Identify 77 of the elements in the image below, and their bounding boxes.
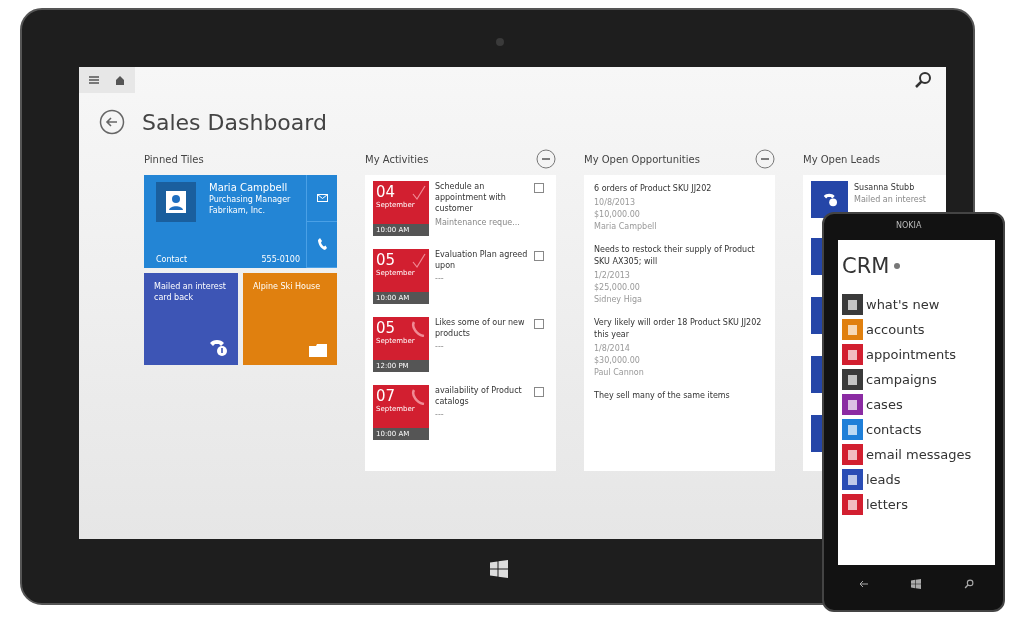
date-day: 07: [376, 387, 396, 405]
activity-subject: availability of Product catalogs: [435, 385, 523, 408]
activity-detail: ---: [435, 410, 445, 420]
menu-item[interactable]: what's new: [866, 294, 940, 315]
menu-item[interactable]: contacts: [866, 419, 922, 440]
contact-phone: 555-0100: [261, 255, 300, 264]
activity-subject: Likes some of our new products: [435, 317, 526, 340]
section-title: My Open Leads: [803, 153, 880, 165]
checkmark-icon: [411, 253, 427, 269]
section-title: Pinned Tiles: [144, 153, 204, 165]
page-title: Sales Dashboard: [142, 109, 327, 135]
opportunity-owner: Sidney Higa: [594, 295, 643, 304]
tile-text: Mailed an interest card back: [154, 281, 227, 304]
lead-name[interactable]: Susanna Stubb: [854, 183, 926, 192]
checkmark-icon: [411, 185, 427, 201]
menu-item[interactable]: leads: [866, 469, 901, 490]
windows-logo-icon[interactable]: [490, 560, 508, 578]
phone-call-icon: [811, 181, 848, 218]
tile-type-label: Contact: [156, 255, 188, 264]
date-day: 05: [376, 251, 396, 269]
section-title: My Activities: [365, 153, 429, 165]
back-icon[interactable]: [99, 109, 125, 135]
more-icon[interactable]: [755, 149, 775, 169]
opportunity-date: 1/2/2013: [594, 271, 631, 280]
search-icon[interactable]: [963, 579, 974, 589]
opportunity-date: 1/8/2014: [594, 344, 631, 353]
menu-item[interactable]: cases: [866, 394, 903, 415]
opportunity-amount: $25,000.00: [594, 283, 641, 292]
back-icon[interactable]: [859, 579, 870, 589]
folder-icon: [309, 343, 327, 357]
date-day: 04: [376, 183, 396, 201]
phone-icon: [411, 321, 427, 337]
checkbox[interactable]: [534, 319, 544, 329]
section-title: My Open Opportunities: [584, 153, 700, 165]
app-title: CRM: [842, 254, 890, 278]
contact-card-icon: [156, 182, 196, 222]
opportunity-amount: $30,000.00: [594, 356, 641, 365]
activity-subject: Schedule an appointment with customer: [435, 181, 507, 215]
contact-job-title: Purchasing Manager: [209, 195, 291, 204]
windows-logo-icon[interactable]: [911, 579, 922, 589]
opportunity-date: 10/8/2013: [594, 198, 637, 207]
opportunity-name[interactable]: Very likely will order 18 Product SKU JJ202 this year: [594, 317, 765, 341]
activity-subject: Evaluation Plan agreed upon: [435, 249, 528, 272]
opportunity-name[interactable]: 6 orders of Product SKU JJ202: [594, 183, 765, 195]
envelope-icon: [316, 193, 328, 202]
menu-item[interactable]: accounts: [866, 319, 925, 340]
activity-detail: ---: [435, 274, 445, 284]
opportunity-owner: Maria Campbell: [594, 222, 658, 231]
checkbox[interactable]: [534, 251, 544, 261]
contact-name: Maria Campbell: [209, 182, 289, 193]
phone-icon: [317, 238, 327, 251]
phone-icon: [411, 389, 427, 405]
camera-icon: [496, 38, 504, 46]
tile-text: Alpine Ski House: [253, 281, 322, 293]
menu-item[interactable]: letters: [866, 494, 908, 515]
opportunity-owner: Paul Cannon: [594, 368, 645, 377]
menu-item[interactable]: campaigns: [866, 369, 937, 390]
pinned-tile[interactable]: Mailed an interest card back: [144, 273, 238, 365]
phone-brand: NOKIA: [896, 221, 922, 230]
dot-icon: [894, 263, 901, 269]
date-day: 05: [376, 319, 396, 337]
contact-company: Fabrikam, Inc.: [209, 206, 266, 215]
checkbox[interactable]: [534, 183, 544, 193]
menu-item[interactable]: appointments: [866, 344, 957, 365]
checkbox[interactable]: [534, 387, 544, 397]
search-icon[interactable]: [914, 71, 932, 89]
opportunity-name[interactable]: They sell many of the same items: [594, 390, 765, 402]
menu-item[interactable]: email messages: [866, 444, 972, 465]
opportunity-amount: $10,000.00: [594, 210, 641, 219]
lead-detail: Mailed an interest: [854, 195, 926, 204]
activity-detail: ---: [435, 342, 445, 352]
phone-call-icon: [208, 339, 228, 357]
activity-detail: Maintenance reque...: [435, 217, 521, 227]
menu-icon[interactable]: [89, 76, 99, 84]
opportunity-name[interactable]: Needs to restock their supply of Product SKU AX305; will: [594, 244, 765, 268]
more-icon[interactable]: [536, 149, 556, 169]
home-icon[interactable]: [115, 75, 125, 85]
